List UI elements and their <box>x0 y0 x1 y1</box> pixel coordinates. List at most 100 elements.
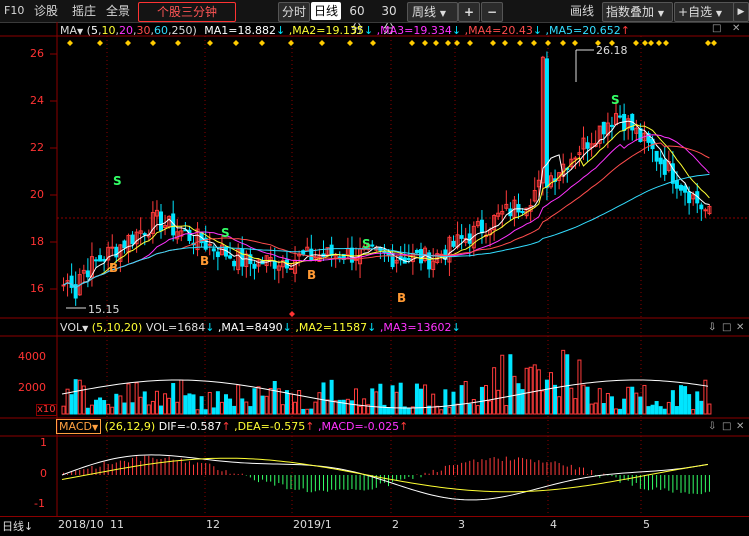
volume-bar <box>414 383 419 415</box>
candlestick <box>85 270 90 278</box>
volume-bar <box>638 396 643 415</box>
candlestick <box>252 263 257 269</box>
volume-bar <box>630 386 635 415</box>
volume-bar <box>179 379 184 415</box>
volume-bar <box>549 372 553 415</box>
volume-bar <box>471 398 476 415</box>
close-icon[interactable]: ✕ <box>732 23 740 34</box>
macd-indicator-name: MACD <box>59 420 92 433</box>
arrow-up-icon: ↑ <box>221 420 231 433</box>
volume-bar <box>211 407 216 415</box>
arrow-down-icon: ↓ <box>367 321 377 334</box>
volume-bar <box>626 386 631 415</box>
candlestick <box>609 124 614 127</box>
volume-bar <box>500 354 505 415</box>
macd-indicator-dropdown[interactable]: MACD▼ <box>56 419 102 434</box>
candlestick <box>573 157 578 160</box>
volume-bar <box>240 398 245 415</box>
diamond-marker <box>663 40 669 46</box>
volume-bar <box>492 367 497 415</box>
volume-bar <box>150 400 155 415</box>
volume-bar <box>532 364 537 415</box>
volume-bar <box>508 354 513 415</box>
candlestick <box>638 128 643 142</box>
diamond-marker <box>633 40 639 46</box>
diamond-marker <box>347 40 353 46</box>
volume-bar <box>203 409 208 415</box>
volume-bar <box>73 379 78 415</box>
panel-minimize-icon[interactable]: ⇩ <box>708 421 716 432</box>
candlestick <box>674 180 679 189</box>
volume-bar <box>650 404 655 415</box>
panel-restore-icon[interactable]: □ <box>722 421 731 432</box>
volume-bar <box>496 389 501 415</box>
volume-bar <box>329 379 334 415</box>
volume-bar <box>679 385 683 415</box>
volume-bar <box>106 403 111 415</box>
volume-bar <box>293 401 298 415</box>
kline-chart[interactable]: SSSSB BBB <box>0 0 749 535</box>
volume-bar <box>224 394 228 415</box>
volume-bar <box>98 397 103 415</box>
volume-bar <box>163 393 168 415</box>
volume-bar <box>670 390 675 415</box>
volume-bar <box>622 398 627 415</box>
panel-restore-icon[interactable]: □ <box>722 322 731 333</box>
volume-bar <box>85 407 90 415</box>
volume-bar <box>154 390 159 415</box>
volume-bar <box>167 397 172 415</box>
volume-bar <box>248 406 253 415</box>
macd-params: (26,12,9) <box>104 420 156 433</box>
diamond-marker <box>517 40 523 46</box>
period-label: 日线 <box>2 520 24 533</box>
volume-bar <box>191 394 196 415</box>
volume-bar <box>374 391 379 415</box>
candlestick <box>215 251 220 258</box>
macd-value: ,MACD=-0.025 <box>318 420 400 433</box>
volume-bar <box>618 408 623 415</box>
buy-signal-marker: B <box>397 291 406 305</box>
volume-bar <box>333 400 338 415</box>
candlestick <box>544 58 549 188</box>
volume-bar <box>435 405 440 415</box>
volume-bar <box>459 385 464 415</box>
panel-restore-icon[interactable]: □ <box>712 23 721 34</box>
arrow-down-icon: ↓ <box>24 520 34 533</box>
period-button[interactable]: 日线↓ <box>2 518 33 534</box>
candlestick <box>211 248 216 252</box>
volume-bar <box>605 392 610 415</box>
candlestick <box>329 244 334 257</box>
volume-bar <box>609 396 614 415</box>
vol-indicator-name[interactable]: VOL <box>60 321 82 334</box>
volume-bar <box>358 405 363 415</box>
vol-legend: VOL▼ (5,10,20) VOL=1684↓ ,MA1=8490↓ ,MA2… <box>60 321 461 335</box>
candlestick <box>406 258 411 261</box>
panel-minimize-icon[interactable]: ⇩ <box>708 322 716 333</box>
candlestick <box>520 211 525 214</box>
volume-bar <box>284 390 289 415</box>
buy-signal-marker: B <box>109 261 118 275</box>
volume-bar <box>354 388 358 415</box>
volume-bar <box>280 404 285 415</box>
diamond-marker <box>289 311 295 317</box>
time-axis-label: 2 <box>392 518 399 531</box>
volume-bar <box>654 401 659 415</box>
candlestick <box>114 246 119 258</box>
volume-bar <box>341 399 346 415</box>
candlestick <box>122 240 127 249</box>
ma-line-3 <box>63 134 710 289</box>
diamond-marker <box>656 40 662 46</box>
volume-bar <box>110 406 115 415</box>
volume-bar <box>309 408 314 415</box>
buy-signal-marker: B <box>200 254 209 268</box>
volume-bar <box>573 398 578 415</box>
diamond-marker <box>233 40 239 46</box>
close-icon[interactable]: ✕ <box>736 421 744 432</box>
arrow-down-icon: ↓ <box>451 321 461 334</box>
close-icon[interactable]: ✕ <box>736 322 744 333</box>
vol-ma1-value: ,MA1=8490 <box>217 321 283 334</box>
volume-bar <box>362 398 367 415</box>
candlestick <box>130 234 135 245</box>
candlestick <box>479 219 484 234</box>
volume-bar <box>138 396 143 415</box>
